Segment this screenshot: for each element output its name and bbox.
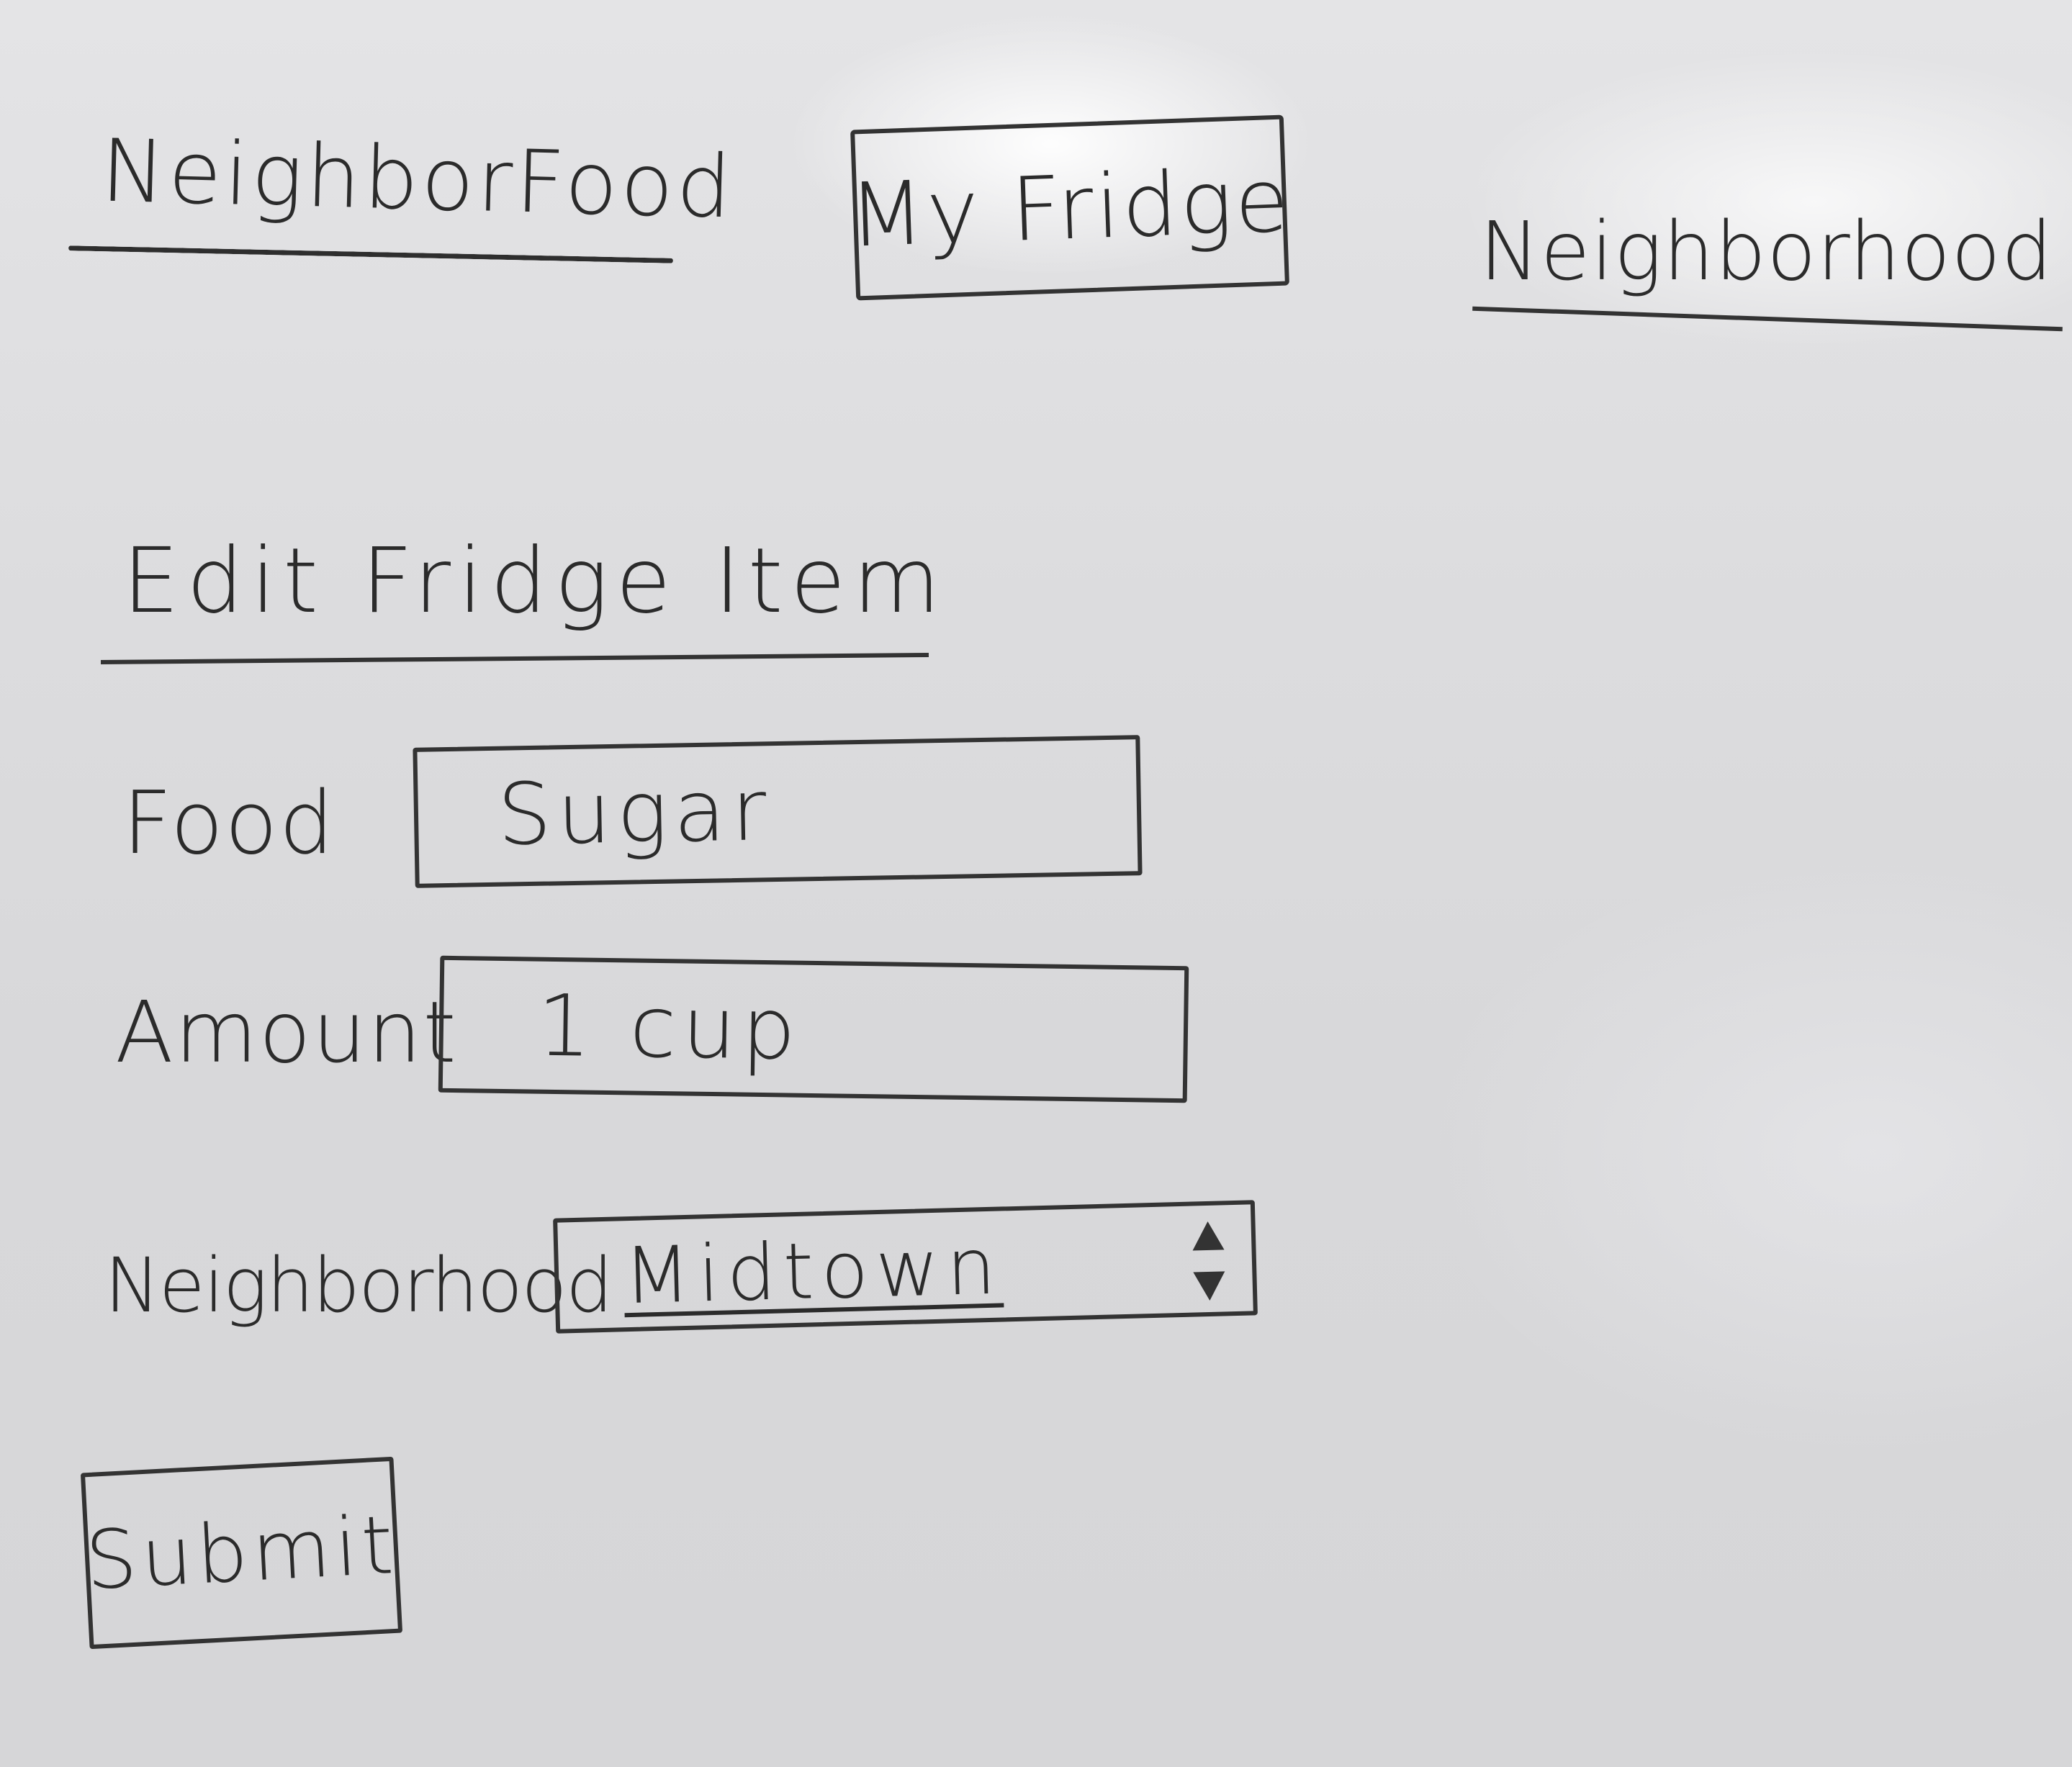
nav-neighborhood-underline bbox=[1472, 306, 2063, 332]
submit-button-label: Submit bbox=[83, 1498, 400, 1608]
chevron-up-icon bbox=[1192, 1221, 1225, 1251]
chevron-down-icon bbox=[1193, 1271, 1226, 1301]
whiteboard-wireframe: NeighborFood My Fridge Neighborhood Edit… bbox=[0, 0, 2072, 1767]
neighborhood-select[interactable]: Midtown bbox=[553, 1200, 1258, 1334]
amount-label: Amount bbox=[115, 982, 458, 1082]
amount-input-value: 1 cup bbox=[536, 975, 803, 1079]
submit-button[interactable]: Submit bbox=[80, 1456, 403, 1650]
neighborhood-select-value: Midtown bbox=[622, 1221, 1004, 1322]
food-input[interactable]: Sugar bbox=[413, 735, 1143, 888]
amount-input[interactable]: 1 cup bbox=[438, 955, 1189, 1103]
page-title-underline bbox=[100, 652, 929, 665]
chevron-up-down-icon[interactable] bbox=[1186, 1221, 1232, 1301]
nav-neighborhood-label: Neighborhood bbox=[1479, 205, 2053, 299]
nav-my-fridge-button[interactable]: My Fridge bbox=[847, 114, 1292, 301]
neighborhood-label: Neighborhood bbox=[104, 1242, 613, 1329]
brand-logo[interactable]: NeighborFood bbox=[99, 122, 735, 238]
food-label: Food bbox=[122, 774, 335, 874]
nav-neighborhood-link[interactable]: Neighborhood bbox=[1479, 205, 2053, 299]
food-input-value: Sugar bbox=[496, 760, 773, 864]
nav-my-fridge-label: My Fridge bbox=[847, 148, 1293, 267]
page-title: Edit Fridge Item bbox=[122, 529, 948, 633]
brand-underline bbox=[68, 245, 673, 263]
